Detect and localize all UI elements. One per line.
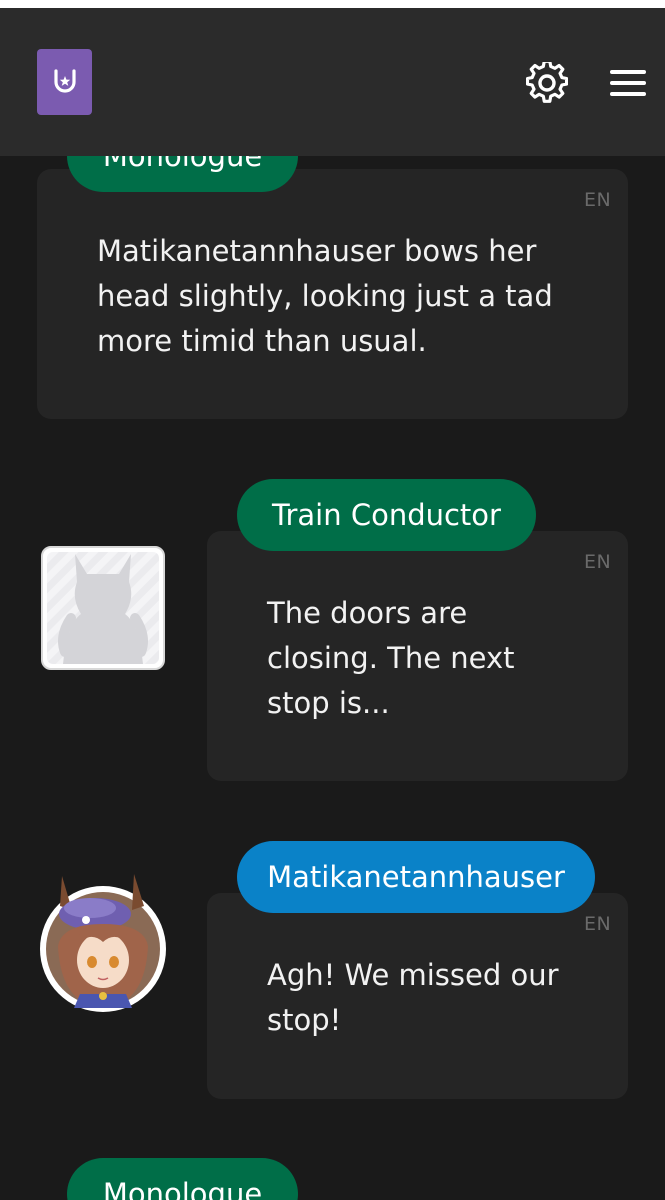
dialogue-card: EN Matikanetannhauser bows her head slig… [37, 169, 628, 419]
speaker-tag: Monologue [67, 156, 298, 192]
dialogue-card: EN The doors are closing. The next stop … [207, 531, 628, 781]
app-header [0, 8, 665, 156]
dialogue-list: EN Matikanetannhauser bows her head slig… [0, 156, 665, 1200]
status-bar [0, 0, 665, 8]
matikanetannhauser-portrait-avatar [40, 874, 166, 1012]
speaker-tag: Monologue [67, 1158, 298, 1200]
language-label[interactable]: EN [584, 189, 611, 211]
horseshoe-star-icon[interactable] [37, 49, 92, 115]
language-label[interactable]: EN [584, 551, 611, 573]
language-label[interactable]: EN [584, 913, 611, 935]
dialogue-text: The doors are closing. The next stop is.… [267, 596, 515, 720]
speaker-tag: Train Conductor [237, 479, 536, 551]
dialogue-card: EN Agh! We missed our stop! [207, 893, 628, 1099]
placeholder-silhouette-avatar [41, 546, 165, 670]
speaker-tag: Matikanetannhauser [237, 841, 595, 913]
dialogue-text: Agh! We missed our stop! [267, 958, 559, 1037]
dialogue-text: Matikanetannhauser bows her head slightl… [97, 234, 553, 358]
hamburger-menu-icon[interactable] [610, 70, 646, 100]
gear-icon[interactable] [525, 59, 569, 104]
